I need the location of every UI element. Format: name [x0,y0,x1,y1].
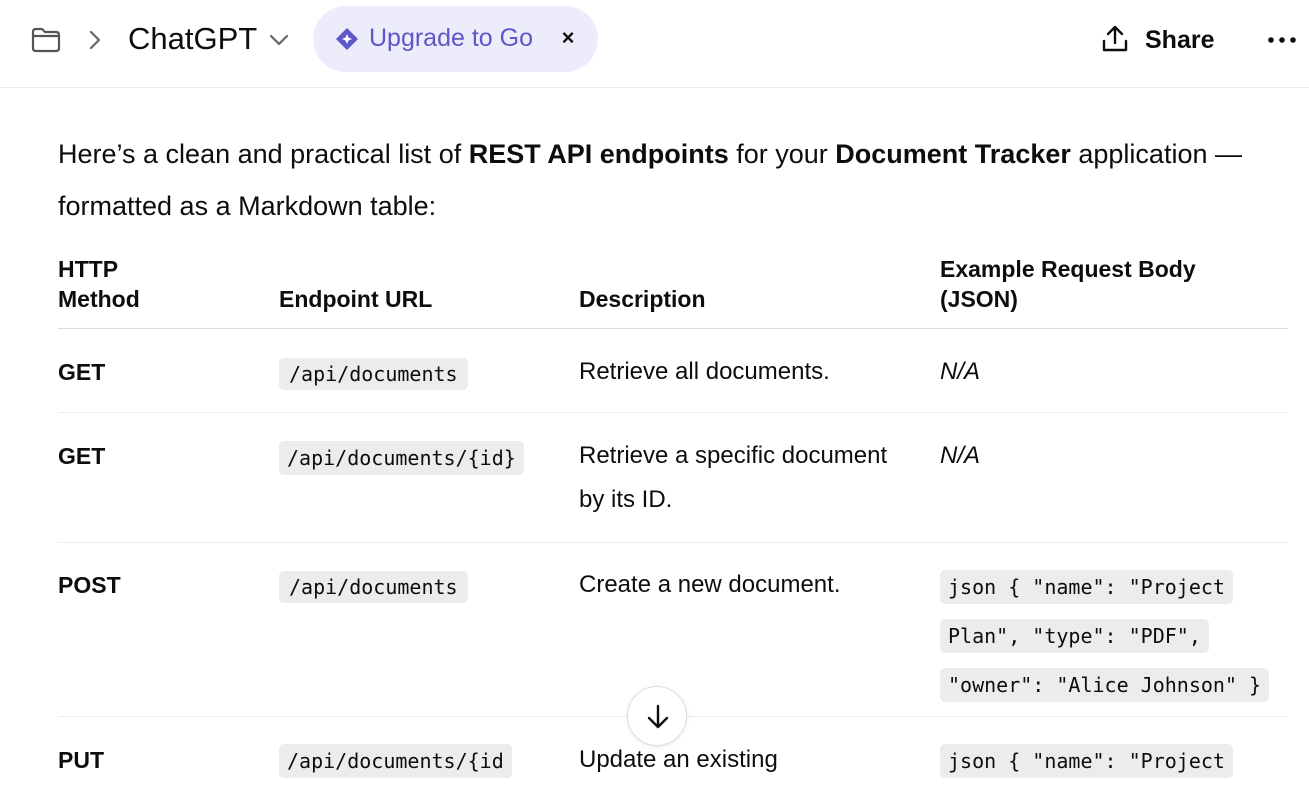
row3-body: json { "name": "Project Plan", "type": "… [940,564,1285,711]
arrow-down-icon [647,704,669,729]
row4-method: PUT [58,747,104,773]
header-body-line2: (JSON) [940,286,1018,312]
header-body-line1: Example Request Body [940,256,1196,282]
row2-endpoint: /api/documents/{id} [279,435,524,484]
row4-endpoint-code: /api/documents/{id [279,744,512,778]
intro-text: Here’s a clean and practical list of [58,139,469,169]
folder-icon[interactable] [30,26,62,54]
row2-body: N/A [940,442,981,469]
header-method: HTTP Method [58,254,140,314]
header-body: Example Request Body (JSON) [940,254,1196,314]
row3-body-code: json { "name": "Project Plan", "type": "… [940,570,1270,702]
chevron-down-icon[interactable] [268,30,290,50]
model-selector-title[interactable]: ChatGPT [128,21,257,57]
row3-endpoint-code: /api/documents [279,571,468,603]
upgrade-button[interactable]: Upgrade to Go × [313,6,598,72]
header-divider [58,328,1288,329]
message-intro: Here’s a clean and practical list of RES… [58,128,1258,232]
header-method-line1: HTTP [58,256,119,282]
close-icon[interactable]: × [557,26,579,50]
row4-description: Update an existing [579,746,778,773]
diamond-icon [335,27,359,51]
more-options-icon[interactable] [1264,24,1300,56]
row-divider [58,542,1288,543]
row1-endpoint-code: /api/documents [279,358,468,390]
row-divider [58,412,1288,413]
row1-description: Retrieve all documents. [579,358,830,385]
header-method-line2: Method [58,286,140,312]
intro-text-mid: for your [728,139,836,169]
row1-body: N/A [940,358,981,385]
row4-body-code: json { "name": "Project [940,744,1233,778]
row4-endpoint: /api/documents/{id [279,738,515,787]
intro-bold-endpoints: REST API endpoints [468,139,729,169]
row2-description: Retrieve a specific document by its ID. [579,442,888,513]
upgrade-label: Upgrade to Go [369,24,533,52]
row3-endpoint: /api/documents [279,564,515,613]
share-icon [1102,25,1128,52]
row2-method: GET [58,443,106,469]
intro-bold-app: Document Tracker [835,139,1071,169]
share-button[interactable]: Share [1096,20,1220,62]
header-endpoint: Endpoint URL [279,286,433,312]
top-bar: ChatGPT Upgrade to Go × Share [0,0,1309,88]
header-description: Description [579,286,706,312]
row1-endpoint: /api/documents [279,351,515,400]
scroll-to-bottom-button[interactable] [627,686,687,746]
chevron-right-icon [86,28,104,52]
row2-endpoint-code: /api/documents/{id} [279,441,524,475]
row3-description: Create a new document. [579,571,841,598]
row1-method: GET [58,359,106,385]
row4-body: json { "name": "Project [940,738,1285,787]
row3-method: POST [58,572,121,598]
share-label: Share [1145,26,1215,54]
